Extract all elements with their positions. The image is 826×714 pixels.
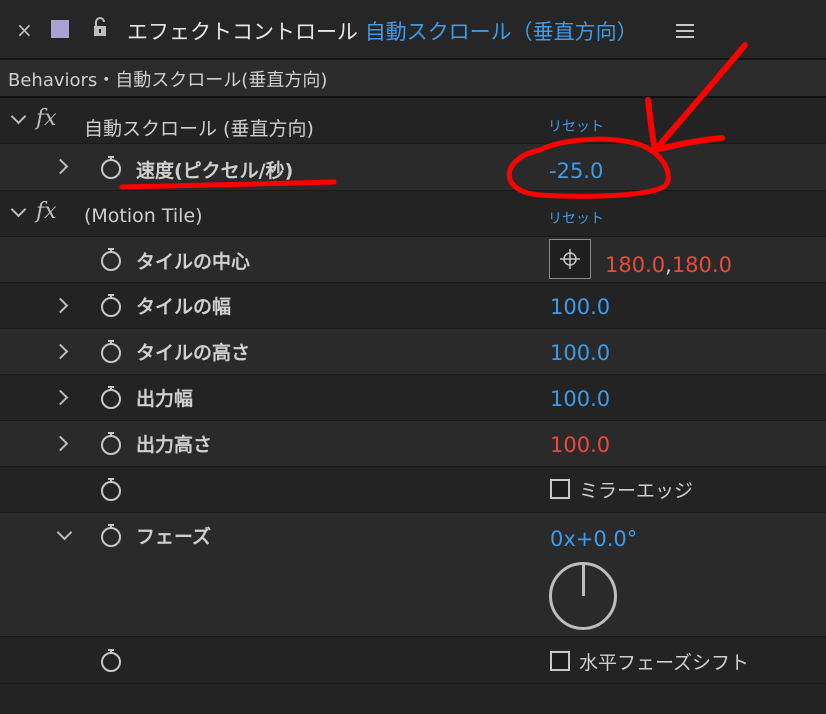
annotation-circle xyxy=(506,136,671,199)
annotation-arrow xyxy=(645,42,748,153)
annotation-underline xyxy=(119,179,337,190)
annotation-overlay xyxy=(119,42,748,199)
